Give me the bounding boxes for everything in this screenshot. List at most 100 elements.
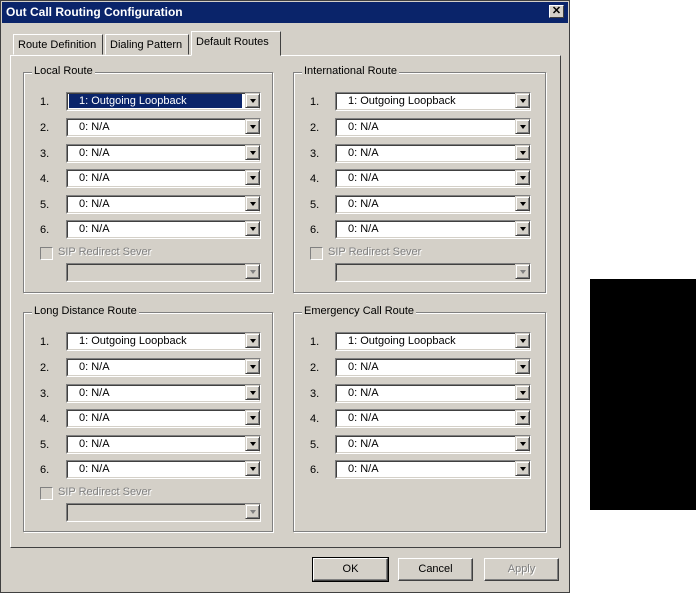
local-route-select-1[interactable]: 1: Outgoing Loopback bbox=[66, 92, 261, 111]
chevron-down-icon bbox=[520, 467, 526, 471]
emergency-route-select-3[interactable]: 0: N/A bbox=[335, 384, 531, 403]
emergency-route-select-1[interactable]: 1: Outgoing Loopback bbox=[335, 332, 531, 351]
tab-default-routes[interactable]: Default Routes bbox=[191, 31, 281, 56]
dropdown-button[interactable] bbox=[515, 410, 530, 425]
international-route-select-1[interactable]: 1: Outgoing Loopback bbox=[335, 92, 531, 111]
international-route-select-3[interactable]: 0: N/A bbox=[335, 144, 531, 163]
group-local-route: Local Route 1. 1: Outgoing Loopback 2. 0… bbox=[23, 65, 273, 293]
group-international-route: International Route 1. 1: Outgoing Loopb… bbox=[293, 65, 546, 293]
local-route-select-3[interactable]: 0: N/A bbox=[66, 144, 261, 163]
sip-redirect-select[interactable] bbox=[66, 263, 261, 282]
select-value: 0: N/A bbox=[79, 463, 110, 475]
sip-redirect-checkbox[interactable] bbox=[310, 247, 323, 260]
dropdown-button[interactable] bbox=[245, 145, 260, 160]
sip-redirect-checkbox[interactable] bbox=[40, 487, 53, 500]
dropdown-button[interactable] bbox=[515, 119, 530, 134]
long-distance-route-select-2[interactable]: 0: N/A bbox=[66, 358, 261, 377]
select-value: 1: Outgoing Loopback bbox=[79, 335, 187, 347]
chevron-down-icon bbox=[250, 202, 256, 206]
international-route-select-2[interactable]: 0: N/A bbox=[335, 118, 531, 137]
tab-label: Route Definition bbox=[18, 39, 97, 51]
emergency-route-select-4[interactable]: 0: N/A bbox=[335, 409, 531, 428]
row-number: 4. bbox=[310, 413, 320, 425]
ok-button[interactable]: OK bbox=[312, 557, 389, 582]
dropdown-button[interactable] bbox=[245, 264, 260, 279]
select-value: 0: N/A bbox=[79, 361, 110, 373]
dropdown-button[interactable] bbox=[245, 385, 260, 400]
dropdown-button[interactable] bbox=[245, 410, 260, 425]
select-value: 1: Outgoing Loopback bbox=[348, 335, 456, 347]
dropdown-button[interactable] bbox=[245, 333, 260, 348]
row-number: 2. bbox=[310, 122, 320, 134]
dropdown-button[interactable] bbox=[515, 196, 530, 211]
row-number: 4. bbox=[310, 173, 320, 185]
sip-redirect-label: SIP Redirect Sever bbox=[58, 486, 152, 498]
chevron-down-icon bbox=[520, 270, 526, 274]
dropdown-button[interactable] bbox=[515, 221, 530, 236]
chevron-down-icon bbox=[250, 365, 256, 369]
emergency-route-select-6[interactable]: 0: N/A bbox=[335, 460, 531, 479]
row-number: 3. bbox=[40, 148, 50, 160]
dropdown-button[interactable] bbox=[515, 333, 530, 348]
window-title: Out Call Routing Configuration bbox=[6, 5, 183, 19]
chevron-down-icon bbox=[520, 202, 526, 206]
select-value: 1: Outgoing Loopback bbox=[69, 94, 242, 108]
close-button[interactable]: ✕ bbox=[549, 5, 564, 18]
select-value: 0: N/A bbox=[79, 147, 110, 159]
chevron-down-icon bbox=[520, 151, 526, 155]
international-route-select-5[interactable]: 0: N/A bbox=[335, 195, 531, 214]
row-number: 6. bbox=[310, 464, 320, 476]
dropdown-button[interactable] bbox=[515, 359, 530, 374]
apply-button[interactable]: Apply bbox=[484, 558, 559, 581]
international-route-select-6[interactable]: 0: N/A bbox=[335, 220, 531, 239]
tab-label: Dialing Pattern bbox=[110, 39, 183, 51]
dropdown-button[interactable] bbox=[515, 93, 530, 108]
chevron-down-icon bbox=[250, 176, 256, 180]
emergency-route-select-5[interactable]: 0: N/A bbox=[335, 435, 531, 454]
dropdown-button[interactable] bbox=[515, 461, 530, 476]
dropdown-button[interactable] bbox=[245, 504, 260, 519]
ok-label: OK bbox=[342, 563, 359, 575]
dropdown-button[interactable] bbox=[245, 359, 260, 374]
select-value: 0: N/A bbox=[348, 387, 379, 399]
black-redaction-block bbox=[590, 279, 696, 510]
sip-redirect-select[interactable] bbox=[66, 503, 261, 522]
chevron-down-icon bbox=[520, 365, 526, 369]
dropdown-button[interactable] bbox=[245, 436, 260, 451]
dropdown-button[interactable] bbox=[515, 436, 530, 451]
dropdown-button[interactable] bbox=[515, 264, 530, 279]
dropdown-button[interactable] bbox=[245, 93, 260, 108]
select-value: 0: N/A bbox=[348, 463, 379, 475]
long-distance-route-select-3[interactable]: 0: N/A bbox=[66, 384, 261, 403]
long-distance-route-select-4[interactable]: 0: N/A bbox=[66, 409, 261, 428]
tab-route-definition[interactable]: Route Definition bbox=[13, 34, 103, 55]
dropdown-button[interactable] bbox=[515, 170, 530, 185]
chevron-down-icon bbox=[250, 339, 256, 343]
sip-redirect-checkbox[interactable] bbox=[40, 247, 53, 260]
international-route-select-4[interactable]: 0: N/A bbox=[335, 169, 531, 188]
chevron-down-icon bbox=[520, 99, 526, 103]
dropdown-button[interactable] bbox=[515, 145, 530, 160]
sip-redirect-select[interactable] bbox=[335, 263, 531, 282]
row-number: 1. bbox=[310, 336, 320, 348]
long-distance-route-select-6[interactable]: 0: N/A bbox=[66, 460, 261, 479]
local-route-select-6[interactable]: 0: N/A bbox=[66, 220, 261, 239]
emergency-route-select-2[interactable]: 0: N/A bbox=[335, 358, 531, 377]
title-bar[interactable]: Out Call Routing Configuration ✕ bbox=[2, 2, 568, 23]
tab-dialing-pattern[interactable]: Dialing Pattern bbox=[105, 34, 189, 55]
local-route-select-4[interactable]: 0: N/A bbox=[66, 169, 261, 188]
dropdown-button[interactable] bbox=[245, 461, 260, 476]
chevron-down-icon bbox=[520, 442, 526, 446]
local-route-select-2[interactable]: 0: N/A bbox=[66, 118, 261, 137]
long-distance-route-select-5[interactable]: 0: N/A bbox=[66, 435, 261, 454]
dropdown-button[interactable] bbox=[245, 196, 260, 211]
select-value: 1: Outgoing Loopback bbox=[348, 95, 456, 107]
sip-redirect-label: SIP Redirect Sever bbox=[58, 246, 152, 258]
dropdown-button[interactable] bbox=[245, 221, 260, 236]
dropdown-button[interactable] bbox=[245, 170, 260, 185]
dropdown-button[interactable] bbox=[245, 119, 260, 134]
dropdown-button[interactable] bbox=[515, 385, 530, 400]
long-distance-route-select-1[interactable]: 1: Outgoing Loopback bbox=[66, 332, 261, 351]
cancel-button[interactable]: Cancel bbox=[398, 558, 473, 581]
local-route-select-5[interactable]: 0: N/A bbox=[66, 195, 261, 214]
